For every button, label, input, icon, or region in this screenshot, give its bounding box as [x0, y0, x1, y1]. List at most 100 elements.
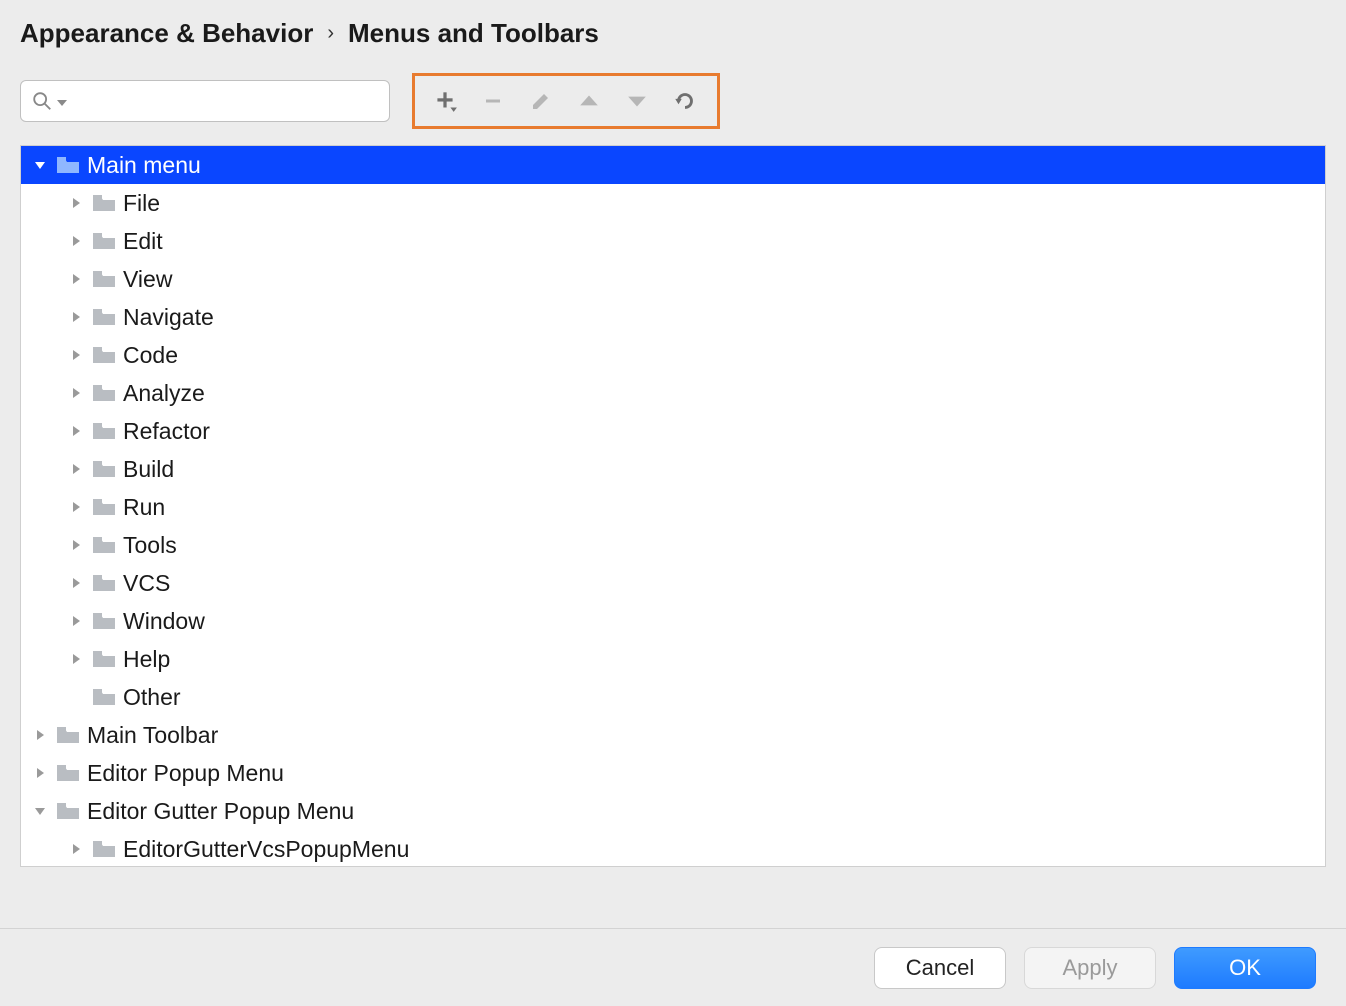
cancel-button[interactable]: Cancel [874, 947, 1006, 989]
tree-item-label: View [119, 266, 172, 293]
folder-icon [89, 345, 119, 365]
chevron-right-icon[interactable] [63, 842, 89, 856]
folder-icon [89, 611, 119, 631]
tree-row[interactable]: Other [21, 678, 1325, 716]
apply-button[interactable]: Apply [1024, 947, 1156, 989]
tree-row[interactable]: Main menu [21, 146, 1325, 184]
chevron-down-icon[interactable] [27, 158, 53, 172]
tree-item-label: Editor Gutter Popup Menu [83, 798, 354, 825]
tree-item-label: Navigate [119, 304, 214, 331]
chevron-right-icon[interactable] [63, 576, 89, 590]
remove-button[interactable] [469, 81, 517, 121]
restore-button[interactable] [661, 81, 709, 121]
folder-icon [89, 383, 119, 403]
chevron-right-icon[interactable] [63, 614, 89, 628]
folder-icon [89, 269, 119, 289]
chevron-right-icon[interactable] [63, 386, 89, 400]
folder-icon [89, 459, 119, 479]
chevron-right-icon[interactable] [63, 234, 89, 248]
menus-tree[interactable]: Main menu File Edit View Navigate Code Analyze… [20, 145, 1326, 867]
remove-icon [481, 89, 505, 113]
top-controls-row [0, 63, 1346, 139]
tree-row[interactable]: Editor Popup Menu [21, 754, 1325, 792]
tree-row[interactable]: EditorGutterVcsPopupMenu [21, 830, 1325, 867]
folder-icon [89, 497, 119, 517]
tree-item-label: EditorGutterVcsPopupMenu [119, 836, 409, 863]
tree-item-label: Main Toolbar [83, 722, 218, 749]
chevron-right-icon[interactable] [63, 424, 89, 438]
add-button[interactable] [421, 81, 469, 121]
tree-row[interactable]: VCS [21, 564, 1325, 602]
folder-icon [89, 687, 119, 707]
folder-icon [89, 307, 119, 327]
tree-row[interactable]: Run [21, 488, 1325, 526]
tree-row[interactable]: Refactor [21, 412, 1325, 450]
chevron-right-icon[interactable] [27, 728, 53, 742]
folder-icon [53, 725, 83, 745]
tree-row[interactable]: Window [21, 602, 1325, 640]
move-up-button[interactable] [565, 81, 613, 121]
toolbar-highlight [412, 73, 720, 129]
tree-item-label: Build [119, 456, 174, 483]
folder-icon [89, 193, 119, 213]
edit-button[interactable] [517, 81, 565, 121]
tree-item-label: VCS [119, 570, 170, 597]
chevron-right-icon[interactable] [63, 500, 89, 514]
down-arrow-icon [626, 90, 648, 112]
chevron-right-icon[interactable] [63, 196, 89, 210]
chevron-right-icon[interactable] [63, 462, 89, 476]
edit-icon [529, 89, 553, 113]
ok-button[interactable]: OK [1174, 947, 1316, 989]
tree-item-label: Tools [119, 532, 177, 559]
tree-row[interactable]: Code [21, 336, 1325, 374]
search-box[interactable] [20, 80, 390, 122]
tree-row[interactable]: File [21, 184, 1325, 222]
dialog-footer: Cancel Apply OK [0, 928, 1346, 1006]
tree-item-label: File [119, 190, 160, 217]
chevron-right-icon[interactable] [27, 766, 53, 780]
tree-item-label: Edit [119, 228, 163, 255]
tree-row[interactable]: Build [21, 450, 1325, 488]
tree-item-label: Code [119, 342, 178, 369]
folder-icon [53, 155, 83, 175]
move-down-button[interactable] [613, 81, 661, 121]
tree-row[interactable]: Main Toolbar [21, 716, 1325, 754]
tree-row[interactable]: Analyze [21, 374, 1325, 412]
tree-item-label: Refactor [119, 418, 210, 445]
folder-icon [89, 535, 119, 555]
breadcrumb-part-1[interactable]: Appearance & Behavior [20, 18, 313, 49]
tree-item-label: Editor Popup Menu [83, 760, 284, 787]
folder-icon [53, 801, 83, 821]
breadcrumb-part-2[interactable]: Menus and Toolbars [348, 18, 599, 49]
breadcrumb-separator: › [327, 22, 334, 45]
tree-row[interactable]: Tools [21, 526, 1325, 564]
breadcrumb: Appearance & Behavior › Menus and Toolba… [0, 0, 1346, 63]
tree-row[interactable]: Help [21, 640, 1325, 678]
search-input[interactable] [67, 87, 379, 115]
tree-item-label: Help [119, 646, 170, 673]
folder-icon [89, 839, 119, 859]
add-icon [432, 88, 458, 114]
tree-item-label: Main menu [83, 152, 201, 179]
tree-row[interactable]: Navigate [21, 298, 1325, 336]
up-arrow-icon [578, 90, 600, 112]
tree-row[interactable]: View [21, 260, 1325, 298]
search-icon [31, 90, 53, 112]
tree-item-label: Run [119, 494, 165, 521]
chevron-down-icon[interactable] [27, 804, 53, 818]
tree-row[interactable]: Editor Gutter Popup Menu [21, 792, 1325, 830]
folder-icon [89, 231, 119, 251]
chevron-right-icon[interactable] [63, 652, 89, 666]
tree-item-label: Window [119, 608, 205, 635]
chevron-right-icon[interactable] [63, 310, 89, 324]
chevron-right-icon[interactable] [63, 272, 89, 286]
folder-icon [53, 763, 83, 783]
tree-item-label: Analyze [119, 380, 205, 407]
folder-icon [89, 421, 119, 441]
tree-row[interactable]: Edit [21, 222, 1325, 260]
restore-icon [672, 88, 698, 114]
chevron-right-icon[interactable] [63, 538, 89, 552]
search-dropdown-icon[interactable] [57, 87, 67, 115]
folder-icon [89, 649, 119, 669]
chevron-right-icon[interactable] [63, 348, 89, 362]
